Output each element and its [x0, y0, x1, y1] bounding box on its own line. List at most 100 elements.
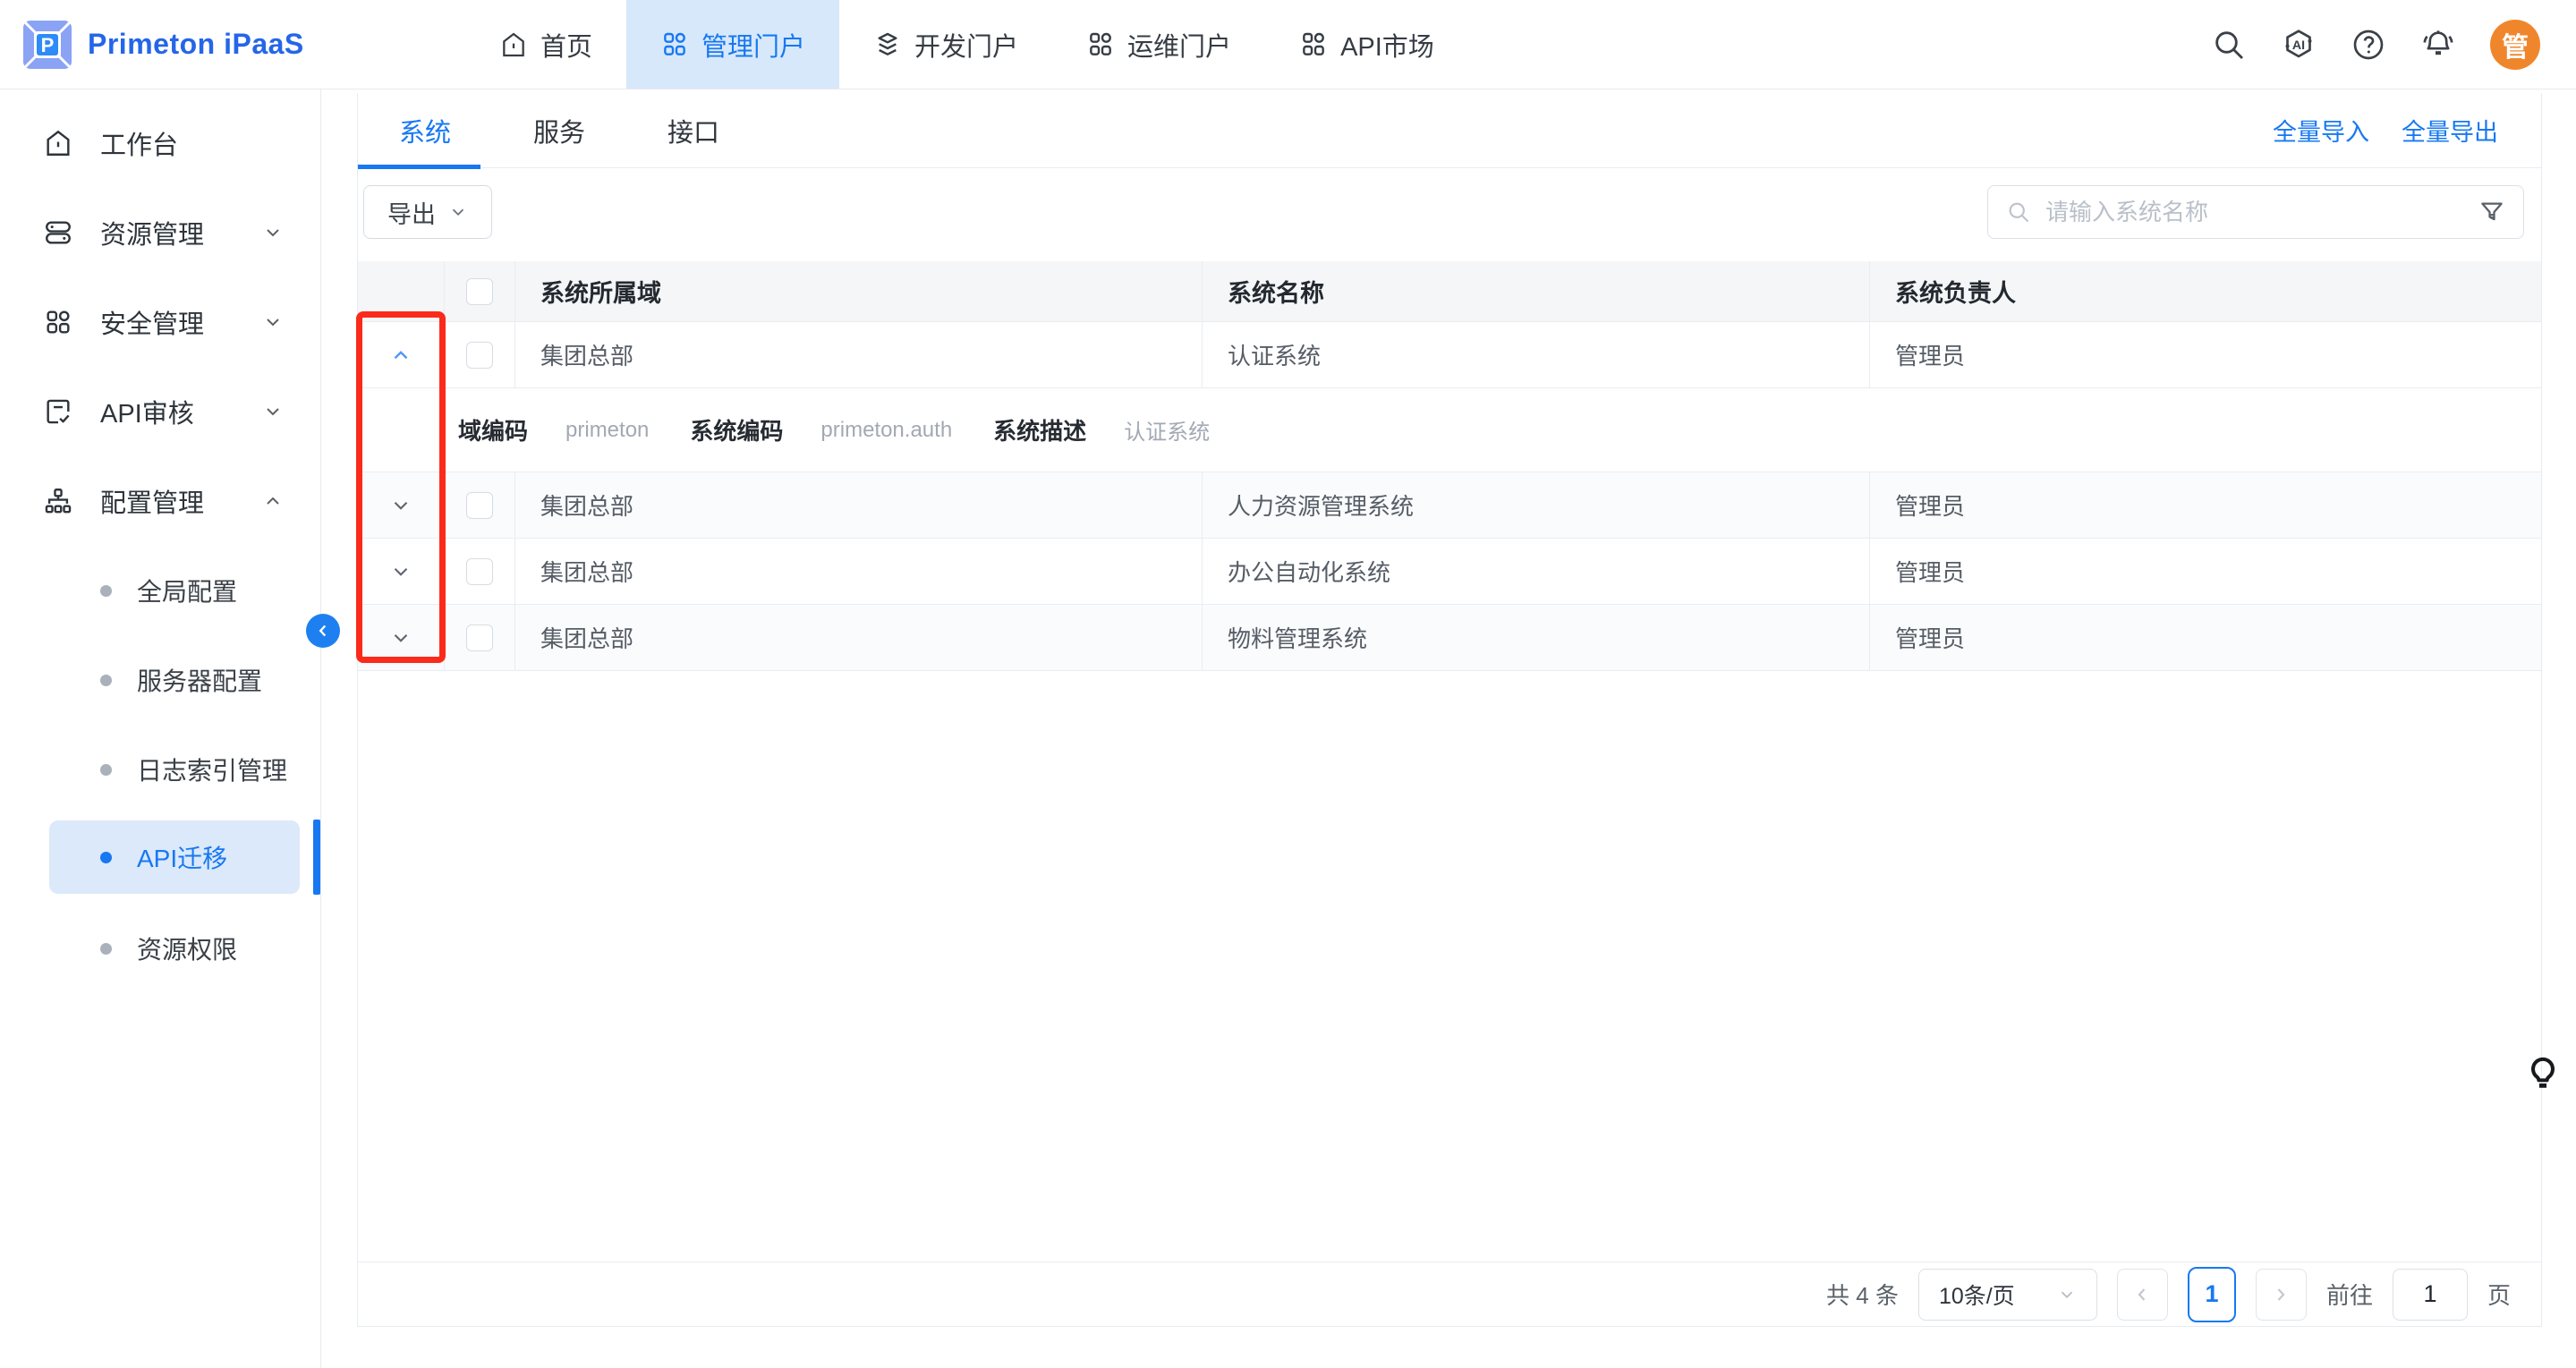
- nav-item-admin-portal[interactable]: 管理门户: [626, 0, 839, 89]
- detail-value: primeton.auth: [820, 418, 952, 443]
- layers-icon: [873, 30, 902, 59]
- pagination-bar: 共 4 条 10条/页 1 前: [358, 1262, 2541, 1326]
- cell-name: 人力资源管理系统: [1203, 472, 1870, 538]
- sidebar-item-security-mgmt[interactable]: 安全管理: [0, 277, 321, 367]
- brand-name: Primeton iPaaS: [88, 28, 304, 61]
- chevron-left-icon: [313, 621, 333, 641]
- sidebar-subitem-server-config[interactable]: 服务器配置: [0, 635, 321, 725]
- sidebar-subitem-api-migration[interactable]: API迁移: [49, 820, 300, 894]
- cell-name: 认证系统: [1203, 322, 1870, 387]
- detail-value: primeton: [565, 418, 649, 443]
- help-icon[interactable]: [2351, 27, 2386, 63]
- chevron-left-icon: [2131, 1284, 2153, 1305]
- svg-text:AI: AI: [2292, 38, 2305, 53]
- chevron-down-icon: [262, 401, 284, 422]
- sidebar-item-resource-mgmt[interactable]: 资源管理: [0, 188, 321, 277]
- sidebar-item-label: 安全管理: [100, 303, 204, 341]
- sidebar-item-label: API审核: [100, 393, 194, 430]
- sidebar-subitem-label: 全局配置: [137, 573, 237, 608]
- bell-icon[interactable]: [2420, 27, 2456, 63]
- tab-label: 服务: [533, 112, 585, 149]
- sidebar-item-config-mgmt[interactable]: 配置管理: [0, 456, 321, 546]
- home-icon: [499, 30, 528, 59]
- nav-item-ops-portal[interactable]: 运维门户: [1052, 0, 1265, 89]
- sidebar-subitem-resource-permission[interactable]: 资源权限: [0, 904, 321, 993]
- squares-icon: [43, 307, 73, 337]
- table-row: 集团总部 物料管理系统 管理员: [358, 605, 2541, 671]
- chevron-down-icon: [262, 222, 284, 243]
- tab-label: 接口: [667, 112, 719, 149]
- sidebar-item-workbench[interactable]: 工作台: [0, 98, 321, 188]
- select-all-checkbox[interactable]: [466, 278, 493, 305]
- lightbulb-icon[interactable]: [2523, 1052, 2563, 1095]
- filter-icon[interactable]: [2478, 199, 2505, 225]
- detail-value: 认证系统: [1124, 414, 1210, 446]
- row-checkbox[interactable]: [466, 492, 493, 519]
- bullet-dot-icon: [100, 764, 112, 776]
- nav-label: 运维门户: [1127, 26, 1231, 64]
- chevron-down-icon: [262, 311, 284, 333]
- page-size-select[interactable]: 10条/页: [1918, 1269, 2097, 1321]
- cell-domain: 集团总部: [515, 322, 1203, 387]
- col-header-owner: 系统负责人: [1870, 261, 2541, 321]
- search-icon[interactable]: [2211, 27, 2247, 63]
- tab-interface[interactable]: 接口: [626, 93, 761, 167]
- full-import-link[interactable]: 全量导入: [2273, 113, 2369, 148]
- tab-service[interactable]: 服务: [492, 93, 626, 167]
- expand-row-icon[interactable]: [389, 494, 412, 517]
- bullet-dot-icon: [100, 943, 112, 955]
- expand-row-icon[interactable]: [389, 560, 412, 583]
- sidebar-collapse-button[interactable]: [306, 614, 340, 648]
- topbar-right: AI 管: [2211, 0, 2576, 89]
- row-checkbox[interactable]: [466, 558, 493, 585]
- nav-item-api-market[interactable]: API市场: [1265, 0, 1468, 89]
- tab-system[interactable]: 系统: [358, 93, 492, 167]
- table-row: 集团总部 人力资源管理系统 管理员: [358, 472, 2541, 539]
- ai-icon[interactable]: AI: [2281, 27, 2317, 63]
- svg-text:P: P: [41, 34, 55, 56]
- page-size-value: 10条/页: [1939, 1279, 2015, 1311]
- full-export-link[interactable]: 全量导出: [2402, 113, 2498, 148]
- row-checkbox[interactable]: [466, 625, 493, 651]
- home-icon: [43, 128, 73, 158]
- search-input[interactable]: [2045, 199, 2464, 226]
- content-card: 系统 服务 接口 全量导入 全量导出 导出: [357, 93, 2542, 1327]
- col-header-domain: 系统所属域: [515, 261, 1203, 321]
- current-page-button[interactable]: 1: [2188, 1267, 2236, 1322]
- sidebar-subitem-log-index-mgmt[interactable]: 日志索引管理: [0, 725, 321, 814]
- table-header-row: 系统所属域 系统名称 系统负责人: [358, 261, 2541, 322]
- sidebar-subitem-label: 服务器配置: [137, 662, 262, 698]
- tabs-bar: 系统 服务 接口 全量导入 全量导出: [358, 93, 2541, 168]
- collapse-row-icon[interactable]: [389, 344, 412, 367]
- nav-item-dev-portal[interactable]: 开发门户: [839, 0, 1052, 89]
- next-page-button[interactable]: [2256, 1269, 2307, 1321]
- toolbar: 导出: [363, 185, 2524, 239]
- cell-owner: 管理员: [1870, 472, 2541, 538]
- nav-item-home[interactable]: 首页: [465, 0, 626, 89]
- goto-label: 前往: [2326, 1278, 2373, 1311]
- nav-label: 管理门户: [701, 26, 805, 64]
- nav-label: 开发门户: [914, 26, 1018, 64]
- cell-name: 物料管理系统: [1203, 605, 1870, 670]
- sidebar-subitem-global-config[interactable]: 全局配置: [0, 546, 321, 635]
- sidebar-subitem-label: 资源权限: [137, 930, 237, 966]
- sidebar-subitem-label: 日志索引管理: [137, 752, 287, 787]
- row-checkbox[interactable]: [466, 342, 493, 369]
- org-tree-icon: [43, 486, 73, 516]
- page-unit-label: 页: [2487, 1278, 2511, 1311]
- chevron-right-icon: [2270, 1284, 2291, 1305]
- top-bar: P Primeton iPaaS 首页: [0, 0, 2576, 89]
- sidebar-item-api-review[interactable]: API审核: [0, 367, 321, 456]
- cell-domain: 集团总部: [515, 539, 1203, 604]
- avatar[interactable]: 管: [2490, 20, 2540, 70]
- sidebar-item-label: 工作台: [100, 124, 178, 162]
- prev-page-button[interactable]: [2117, 1269, 2168, 1321]
- col-header-name: 系统名称: [1203, 261, 1870, 321]
- expanded-detail-row: 域编码 primeton 系统编码 primeton.auth 系统描述 认证系…: [358, 388, 2541, 472]
- bullet-dot-icon: [100, 585, 112, 597]
- nav-label: API市场: [1340, 26, 1434, 64]
- expand-row-icon[interactable]: [389, 626, 412, 650]
- goto-page-input[interactable]: [2393, 1269, 2468, 1321]
- export-button[interactable]: 导出: [363, 185, 492, 239]
- brand[interactable]: P Primeton iPaaS: [0, 0, 447, 89]
